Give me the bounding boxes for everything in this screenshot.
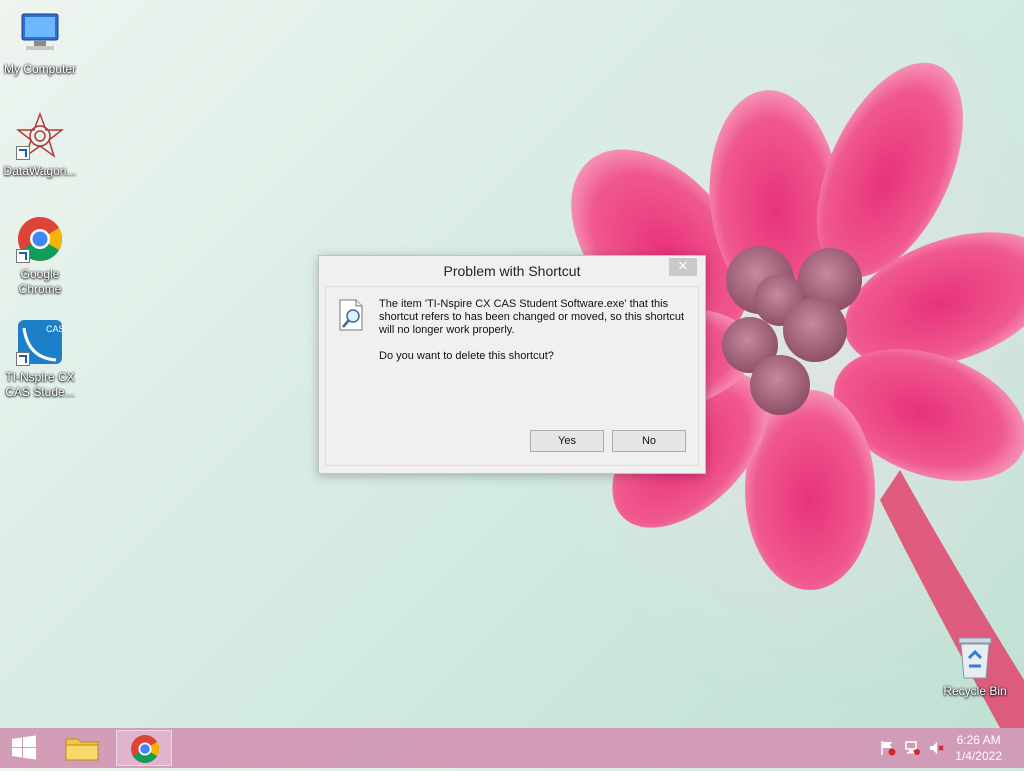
start-button[interactable] xyxy=(6,734,42,762)
desktop-icon-datawagon[interactable]: DataWagon... xyxy=(0,111,80,179)
dialog-title: Problem with Shortcut xyxy=(443,263,581,279)
folder-icon xyxy=(65,738,99,761)
dialog-message: The item 'TI-Nspire CX CAS Student Softw… xyxy=(379,298,699,376)
svg-text:CAS: CAS xyxy=(46,324,64,334)
taskbar-clock[interactable]: 6:26 AM 1/4/2022 xyxy=(955,732,1002,764)
desktop-icon-my-computer[interactable]: My Computer xyxy=(0,10,80,77)
desktop-icon-label: DataWagon... xyxy=(3,164,77,178)
chrome-taskbar-button[interactable] xyxy=(116,730,172,766)
desktop-icon-label: TI-Nspire CX CAS Stude... xyxy=(5,370,75,399)
file-explorer-taskbar-button[interactable] xyxy=(54,730,110,766)
windows-logo-icon xyxy=(12,735,36,760)
document-search-icon xyxy=(338,299,364,331)
desktop-icon-label: Google Chrome xyxy=(18,267,62,296)
desktop-icon-recycle-bin[interactable]: Recycle Bin xyxy=(935,632,1015,699)
desktop-icon-label: My Computer xyxy=(3,62,77,76)
dialog-message-text: The item 'TI-Nspire CX CAS Student Softw… xyxy=(379,298,685,336)
datawagon-icon xyxy=(15,111,65,160)
desktop-icon-label: Recycle Bin xyxy=(943,684,1007,698)
problem-with-shortcut-dialog: Problem with Shortcut × The item 'TI-Nsp… xyxy=(318,255,706,474)
shortcut-arrow-icon xyxy=(16,146,30,160)
no-button[interactable]: No xyxy=(612,430,686,452)
ti-nspire-icon: CAS xyxy=(16,318,65,366)
shortcut-arrow-icon xyxy=(16,352,30,366)
shortcut-arrow-icon xyxy=(16,249,30,263)
chrome-icon xyxy=(16,215,64,263)
network-icon[interactable] xyxy=(904,740,920,756)
dialog-body: The item 'TI-Nspire CX CAS Student Softw… xyxy=(325,286,699,466)
clock-time: 6:26 AM xyxy=(956,733,1001,747)
desktop-icon-ti-nspire[interactable]: CAS TI-Nspire CX CAS Stude... xyxy=(0,318,80,400)
action-center-flag-icon[interactable] xyxy=(880,740,896,756)
dialog-titlebar[interactable]: Problem with Shortcut × xyxy=(319,256,705,285)
volume-muted-icon[interactable] xyxy=(928,740,944,756)
taskbar: 6:26 AM 1/4/2022 xyxy=(0,728,1024,768)
desktop-icon-google-chrome[interactable]: Google Chrome xyxy=(0,215,80,297)
yes-button[interactable]: Yes xyxy=(530,430,604,452)
clock-date: 1/4/2022 xyxy=(955,749,1002,763)
dialog-question-text: Do you want to delete this shortcut? xyxy=(379,350,554,362)
close-button[interactable]: × xyxy=(669,258,697,276)
system-tray xyxy=(880,740,944,756)
computer-icon xyxy=(16,10,64,58)
chrome-icon xyxy=(131,735,159,763)
recycle-bin-icon xyxy=(951,632,999,680)
